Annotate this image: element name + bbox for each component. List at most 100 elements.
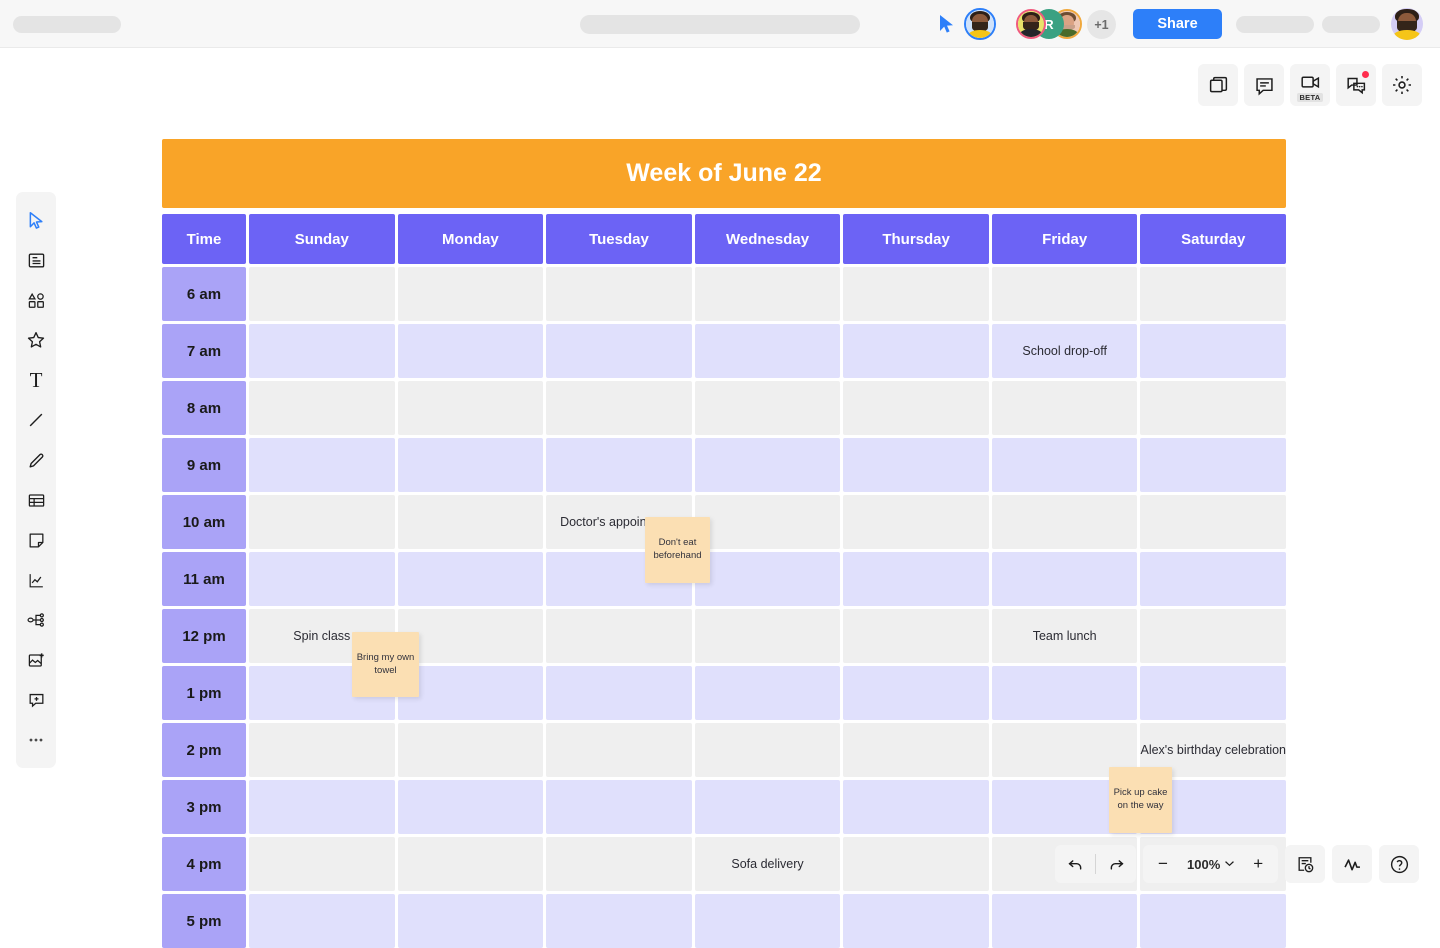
calendar-empty-cell[interactable]: [694, 666, 841, 720]
chat-icon[interactable]: [1336, 64, 1376, 106]
pages-icon[interactable]: [1198, 64, 1238, 106]
calendar-empty-cell[interactable]: [843, 837, 989, 891]
calendar-empty-cell[interactable]: [694, 780, 841, 834]
calendar-title[interactable]: Week of June 22: [162, 139, 1286, 208]
calendar-empty-cell[interactable]: [843, 894, 989, 948]
activity-icon[interactable]: [1332, 845, 1373, 883]
zoom-out-button[interactable]: −: [1143, 845, 1183, 883]
calendar-empty-cell[interactable]: [991, 894, 1138, 948]
calendar-empty-cell[interactable]: [1140, 267, 1287, 321]
calendar-empty-cell[interactable]: [991, 381, 1138, 435]
sticky-note[interactable]: Bring my own towel: [352, 632, 419, 697]
time-label-cell[interactable]: 9 am: [162, 438, 246, 492]
column-header-sunday[interactable]: Sunday: [249, 214, 395, 264]
time-label-cell[interactable]: 10 am: [162, 495, 246, 549]
calendar-empty-cell[interactable]: [249, 780, 395, 834]
calendar-empty-cell[interactable]: [843, 609, 989, 663]
calendar-empty-cell[interactable]: [694, 381, 841, 435]
calendar-empty-cell[interactable]: [694, 267, 841, 321]
comment-add-icon[interactable]: [16, 680, 56, 720]
column-header-tuesday[interactable]: Tuesday: [546, 214, 692, 264]
calendar-empty-cell[interactable]: [397, 552, 544, 606]
calendar-empty-cell[interactable]: [546, 267, 692, 321]
column-header-friday[interactable]: Friday: [991, 214, 1138, 264]
calendar-empty-cell[interactable]: [397, 780, 544, 834]
time-label-cell[interactable]: 6 am: [162, 267, 246, 321]
history-icon[interactable]: [1285, 845, 1326, 883]
calendar-empty-cell[interactable]: [1140, 609, 1287, 663]
calendar-empty-cell[interactable]: [1140, 552, 1287, 606]
calendar-empty-cell[interactable]: [694, 552, 841, 606]
calendar-empty-cell[interactable]: [546, 324, 692, 378]
calendar-empty-cell[interactable]: [397, 894, 544, 948]
calendar-empty-cell[interactable]: [1140, 381, 1287, 435]
calendar-empty-cell[interactable]: [397, 609, 544, 663]
text-icon[interactable]: T: [16, 360, 56, 400]
calendar-empty-cell[interactable]: [249, 837, 395, 891]
pen-icon[interactable]: [16, 440, 56, 480]
mindmap-icon[interactable]: [16, 600, 56, 640]
calendar-empty-cell[interactable]: [546, 609, 692, 663]
calendar-empty-cell[interactable]: [991, 666, 1138, 720]
calendar-empty-cell[interactable]: [546, 837, 692, 891]
time-label-cell[interactable]: 11 am: [162, 552, 246, 606]
board-title-placeholder[interactable]: [580, 15, 860, 34]
calendar-empty-cell[interactable]: [843, 438, 989, 492]
calendar-empty-cell[interactable]: [249, 438, 395, 492]
line-icon[interactable]: [16, 400, 56, 440]
calendar-empty-cell[interactable]: [249, 267, 395, 321]
calendar-empty-cell[interactable]: [1140, 438, 1287, 492]
chart-icon[interactable]: [16, 560, 56, 600]
calendar-empty-cell[interactable]: [991, 552, 1138, 606]
column-header-wednesday[interactable]: Wednesday: [694, 214, 841, 264]
calendar-empty-cell[interactable]: [991, 438, 1138, 492]
time-label-cell[interactable]: 3 pm: [162, 780, 246, 834]
calendar-empty-cell[interactable]: [694, 723, 841, 777]
calendar-empty-cell[interactable]: [694, 438, 841, 492]
image-icon[interactable]: [16, 640, 56, 680]
shapes-icon[interactable]: [16, 280, 56, 320]
calendar-empty-cell[interactable]: [843, 780, 989, 834]
calendar-empty-cell[interactable]: [1140, 666, 1287, 720]
zoom-level-dropdown[interactable]: 100%: [1183, 857, 1238, 872]
calendar-empty-cell[interactable]: [397, 324, 544, 378]
more-options-icon[interactable]: [16, 720, 56, 760]
avatar-overflow-count[interactable]: +1: [1087, 10, 1116, 39]
video-icon[interactable]: BETA: [1290, 64, 1330, 106]
calendar-empty-cell[interactable]: [694, 609, 841, 663]
redo-icon[interactable]: [1096, 845, 1136, 883]
undo-icon[interactable]: [1055, 845, 1095, 883]
column-header-time[interactable]: Time: [162, 214, 246, 264]
calendar-empty-cell[interactable]: [843, 324, 989, 378]
calendar-empty-cell[interactable]: [694, 495, 841, 549]
calendar-empty-cell[interactable]: [1140, 495, 1287, 549]
calendar-empty-cell[interactable]: [397, 723, 544, 777]
time-label-cell[interactable]: 7 am: [162, 324, 246, 378]
time-label-cell[interactable]: 2 pm: [162, 723, 246, 777]
calendar-empty-cell[interactable]: [1140, 324, 1287, 378]
calendar-empty-cell[interactable]: [991, 267, 1138, 321]
avatar-collab-1[interactable]: [1016, 9, 1046, 39]
calendar-empty-cell[interactable]: [546, 723, 692, 777]
time-label-cell[interactable]: 8 am: [162, 381, 246, 435]
calendar-empty-cell[interactable]: [397, 438, 544, 492]
calendar-empty-cell[interactable]: [546, 894, 692, 948]
toolbar-placeholder-1[interactable]: [1236, 16, 1314, 33]
table-icon[interactable]: [16, 480, 56, 520]
calendar-empty-cell[interactable]: [546, 666, 692, 720]
calendar-empty-cell[interactable]: [546, 780, 692, 834]
calendar-empty-cell[interactable]: [1140, 894, 1287, 948]
calendar-event-cell[interactable]: School drop-off: [991, 324, 1138, 378]
time-label-cell[interactable]: 5 pm: [162, 894, 246, 948]
calendar-empty-cell[interactable]: [397, 495, 544, 549]
toolbar-placeholder-2[interactable]: [1322, 16, 1380, 33]
column-header-saturday[interactable]: Saturday: [1140, 214, 1287, 264]
calendar-event-cell[interactable]: Sofa delivery: [694, 837, 841, 891]
calendar-empty-cell[interactable]: [397, 666, 544, 720]
calendar-empty-cell[interactable]: [397, 837, 544, 891]
calendar-empty-cell[interactable]: [249, 381, 395, 435]
zoom-in-button[interactable]: +: [1238, 845, 1278, 883]
time-label-cell[interactable]: 4 pm: [162, 837, 246, 891]
star-icon[interactable]: [16, 320, 56, 360]
select-cursor-icon[interactable]: [16, 200, 56, 240]
